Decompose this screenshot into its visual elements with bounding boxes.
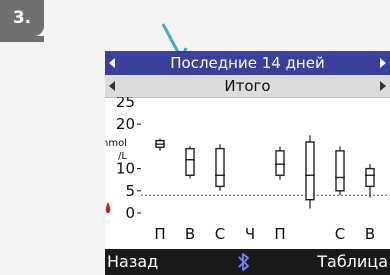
glucose-box: [365, 167, 375, 188]
glucose-box-chart: 25 20 10 5 0 mmol/L П В С Ч П С В: [105, 93, 390, 249]
glucose-box: [305, 141, 315, 201]
subtitle-bar: Итого: [105, 75, 390, 98]
table-softkey[interactable]: Таблица: [317, 249, 390, 275]
bluetooth-icon: [238, 253, 249, 271]
glucose-box: [335, 150, 345, 192]
day-label: С: [335, 225, 345, 243]
screen-subtitle: Итого: [224, 77, 271, 95]
screen-title: Последние 14 дней: [170, 54, 325, 72]
day-label: С: [215, 225, 225, 243]
y-tick-label: 10: [116, 160, 135, 178]
day-label: В: [365, 225, 375, 243]
y-tick-label: 5: [125, 182, 135, 200]
chart-svg: 25 20 10 5 0 mmol/L П В С Ч П С В: [105, 93, 390, 243]
back-softkey[interactable]: Назад: [105, 249, 158, 275]
unit-label: mmol: [105, 138, 127, 149]
unit-label: /L: [118, 151, 127, 162]
day-label: Ч: [245, 225, 255, 243]
glucose-box: [275, 150, 285, 176]
title-bar: Последние 14 дней: [105, 51, 390, 75]
y-tick-label: 20: [116, 115, 135, 133]
badge-underline: [0, 36, 44, 42]
device-screen: Последние 14 дней Итого 25 20 10 5 0 mmol/L П В…: [105, 51, 390, 275]
previous-view-arrow-icon[interactable]: [109, 81, 115, 91]
next-period-arrow-icon[interactable]: [380, 58, 386, 68]
y-tick-label: 0: [125, 204, 135, 222]
step-number-badge: 3.: [0, 0, 44, 36]
glucose-box: [185, 147, 195, 176]
softkey-bar: Назад Таблица: [105, 249, 390, 275]
day-label: П: [154, 225, 165, 243]
glucose-box: [215, 147, 225, 188]
hypo-drop-icon: [105, 202, 111, 213]
figure-panel: 3. Последние 14 дней Итого 25 20 10 5 0 mmol /…: [0, 0, 390, 275]
y-tick-label: 25: [116, 97, 135, 111]
previous-period-arrow-icon[interactable]: [109, 58, 115, 68]
day-label: В: [185, 225, 195, 243]
day-label: П: [274, 225, 285, 243]
next-view-arrow-icon[interactable]: [380, 81, 386, 91]
